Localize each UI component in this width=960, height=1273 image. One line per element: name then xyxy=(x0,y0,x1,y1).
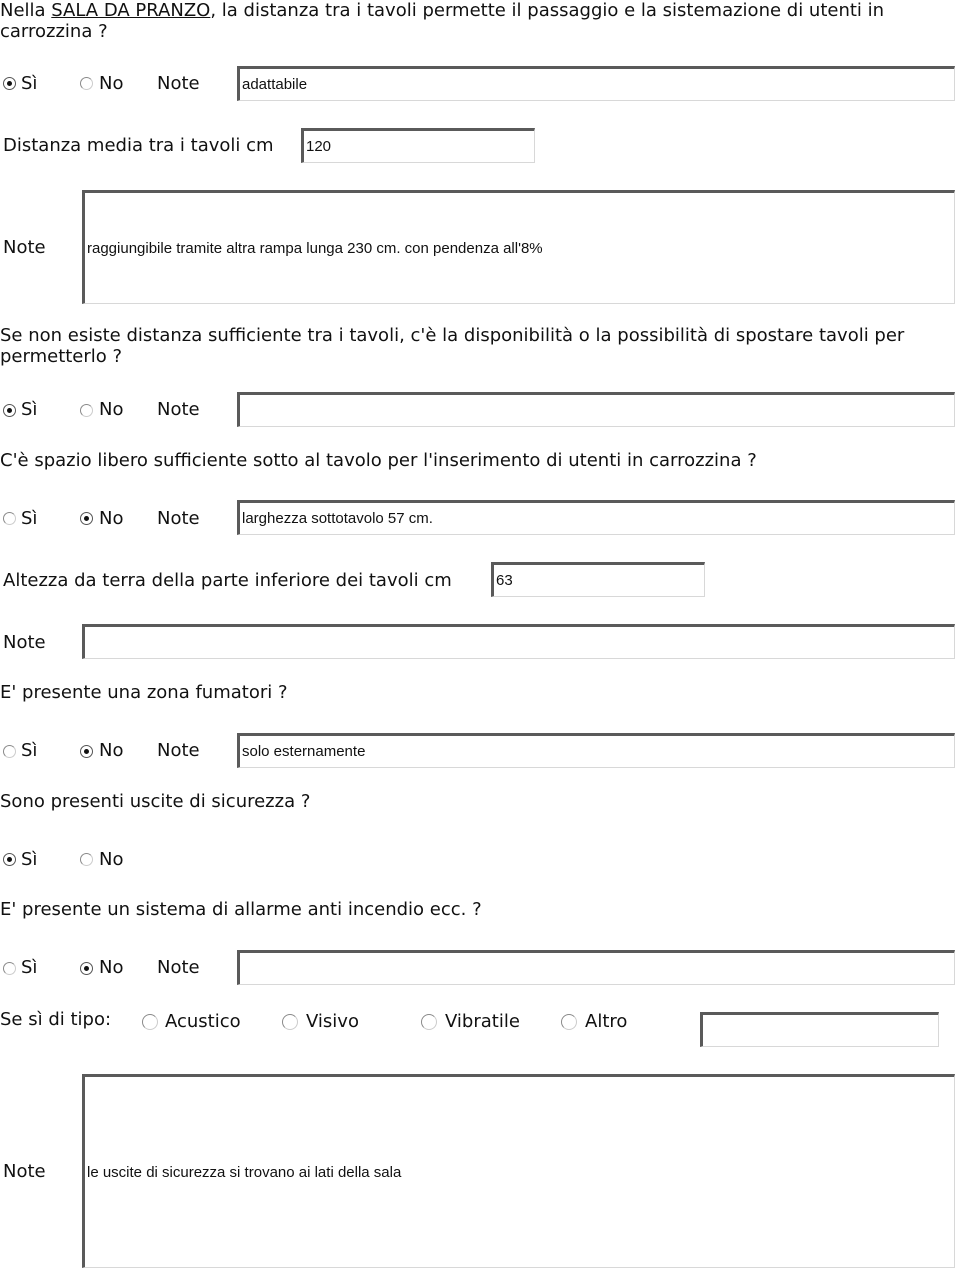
q5-no-radio[interactable] xyxy=(80,853,93,866)
question-move-tables: Se non esiste distanza sufficiente tra i… xyxy=(0,325,905,367)
q2-no-label: No xyxy=(99,399,124,420)
q2-note-label: Note xyxy=(157,399,200,420)
q2-no-radio[interactable] xyxy=(80,404,93,417)
question-under-table-space: C'è spazio libero sufficiente sotto al t… xyxy=(0,450,757,471)
alarm-type-vibratile-radio[interactable] xyxy=(421,1014,437,1030)
q2-si-label: Sì xyxy=(21,399,38,420)
q5-si-radio[interactable] xyxy=(3,853,16,866)
alarm-type-label: Se sì di tipo: xyxy=(0,1009,112,1030)
question-smoking-area: E' presente una zona fumatori ? xyxy=(0,682,288,703)
alarm-type-visivo-label: Visivo xyxy=(306,1011,359,1032)
q4-no-label: No xyxy=(99,740,124,761)
question-dining-room-spacing: Nella SALA DA PRANZO, la distanza tra i … xyxy=(0,0,950,42)
question-prefix: Nella xyxy=(0,0,52,21)
q6-si-label: Sì xyxy=(21,957,38,978)
final-note-label: Note xyxy=(3,1161,46,1182)
height-field[interactable]: 63 xyxy=(491,562,705,597)
q1-note-label: Note xyxy=(157,73,200,94)
q4-si-label: Sì xyxy=(21,740,38,761)
alarm-type-altro-field[interactable] xyxy=(700,1012,939,1047)
alarm-type-altro-label: Altro xyxy=(585,1011,628,1032)
alarm-type-acustico-radio[interactable] xyxy=(142,1014,158,1030)
q4-si-radio[interactable] xyxy=(3,745,16,758)
q3-no-label: No xyxy=(99,508,124,529)
height-note-field[interactable] xyxy=(82,624,955,659)
q3-no-radio[interactable] xyxy=(80,512,93,525)
distance-note-field[interactable]: raggiungibile tramite altra rampa lunga … xyxy=(82,190,955,304)
q1-si-radio[interactable] xyxy=(3,77,16,90)
q4-note-field[interactable]: solo esternamente xyxy=(237,733,955,768)
q4-note-label: Note xyxy=(157,740,200,761)
alarm-type-acustico-label: Acustico xyxy=(165,1011,241,1032)
q6-note-field[interactable] xyxy=(237,950,955,985)
q4-no-radio[interactable] xyxy=(80,745,93,758)
height-label: Altezza da terra della parte inferiore d… xyxy=(3,570,452,591)
q1-no-radio[interactable] xyxy=(80,77,93,90)
distance-field[interactable]: 120 xyxy=(301,128,535,163)
q6-no-label: No xyxy=(99,957,124,978)
q3-si-label: Sì xyxy=(21,508,38,529)
q2-si-radio[interactable] xyxy=(3,404,16,417)
distance-note-label: Note xyxy=(3,237,46,258)
sala-da-pranzo-link[interactable]: SALA DA PRANZO xyxy=(51,0,210,21)
q1-no-label: No xyxy=(99,73,124,94)
alarm-type-altro-radio[interactable] xyxy=(561,1014,577,1030)
q5-si-label: Sì xyxy=(21,849,38,870)
q1-si-label: Sì xyxy=(21,73,38,94)
q3-si-radio[interactable] xyxy=(3,512,16,525)
q6-si-radio[interactable] xyxy=(3,962,16,975)
height-note-label: Note xyxy=(3,632,46,653)
final-note-field[interactable]: le uscite di sicurezza si trovano ai lat… xyxy=(82,1074,955,1268)
q1-note-field[interactable]: adattabile xyxy=(237,66,955,101)
q6-no-radio[interactable] xyxy=(80,962,93,975)
alarm-type-visivo-radio[interactable] xyxy=(282,1014,298,1030)
q2-note-field[interactable] xyxy=(237,392,955,427)
distance-label: Distanza media tra i tavoli cm xyxy=(3,135,274,156)
alarm-type-vibratile-label: Vibratile xyxy=(445,1011,520,1032)
q3-note-field[interactable]: larghezza sottotavolo 57 cm. xyxy=(237,500,955,535)
q6-note-label: Note xyxy=(157,957,200,978)
question-fire-alarm: E' presente un sistema di allarme anti i… xyxy=(0,899,482,920)
q3-note-label: Note xyxy=(157,508,200,529)
q5-no-label: No xyxy=(99,849,124,870)
question-emergency-exits: Sono presenti uscite di sicurezza ? xyxy=(0,791,311,812)
